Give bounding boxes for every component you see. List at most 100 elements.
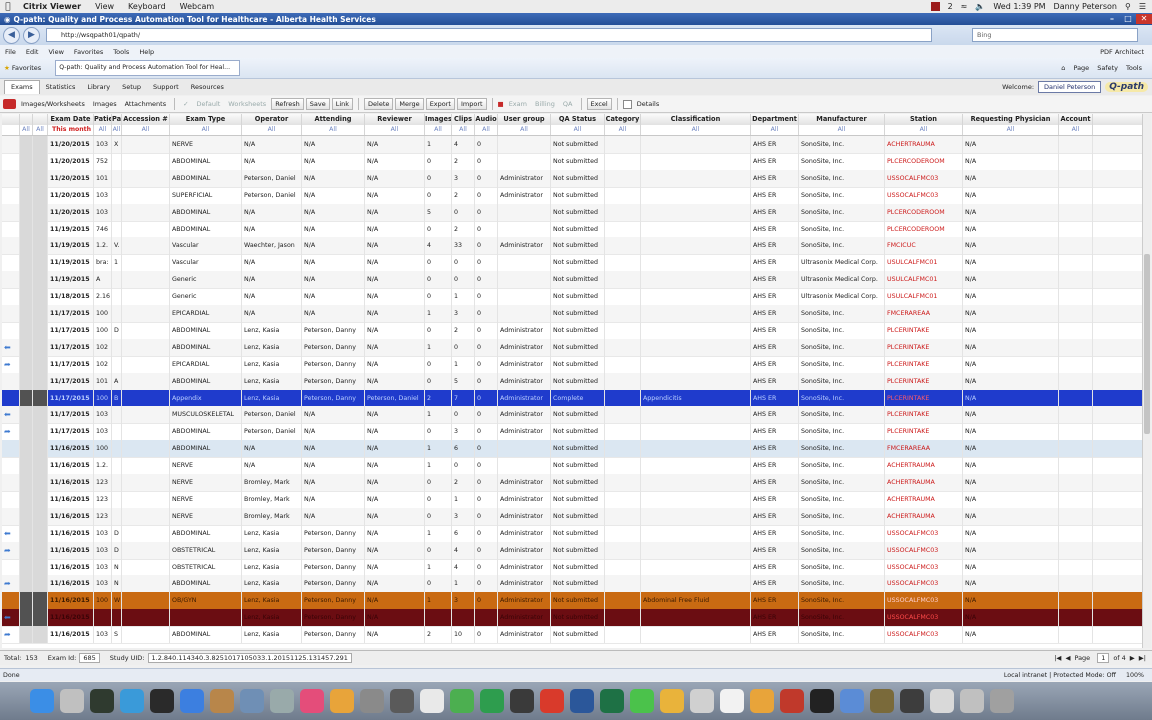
table-row[interactable]: 11/17/2015 101 A ABDOMINAL Lenz, Kasia Peters… <box>2 372 1142 391</box>
tab-exams[interactable]: Exams <box>4 80 40 94</box>
row-marker[interactable] <box>2 440 20 458</box>
wifi-icon[interactable]: ≈ <box>961 2 968 11</box>
finder-icon[interactable] <box>30 689 54 713</box>
save-button[interactable]: Save <box>305 98 330 110</box>
row-marker[interactable] <box>2 507 20 525</box>
excel-button[interactable]: Excel <box>586 98 612 110</box>
filter-audio[interactable]: All <box>475 125 498 135</box>
table-row[interactable]: 11/16/2015 103 N OBSTETRICAL Lenz, Kasia Pete… <box>2 558 1142 577</box>
filter-category[interactable]: All <box>605 125 641 135</box>
filter-clips[interactable]: All <box>452 125 475 135</box>
table-row[interactable]: 11/17/2015 100 EPICARDIAL N/A N/A N/A 1 3 0 Not s… <box>2 305 1142 323</box>
word-icon[interactable] <box>570 689 594 713</box>
col-header-attending[interactable]: Attending <box>302 114 365 125</box>
col-header-flag[interactable] <box>33 114 48 125</box>
forward-button[interactable]: ▶ <box>23 26 40 44</box>
forward-icon[interactable]: ➦ <box>2 626 20 644</box>
row-marker[interactable] <box>2 321 20 339</box>
reply-icon[interactable]: ⬅ <box>2 406 20 424</box>
notification-count[interactable]: 2 <box>948 2 953 11</box>
row-marker[interactable] <box>2 136 20 153</box>
row-marker[interactable] <box>2 288 20 306</box>
reply-icon[interactable]: ⬅ <box>2 609 20 627</box>
filter-accession[interactable]: All <box>122 125 170 135</box>
table-row[interactable]: 11/19/2015 746 ABDOMINAL N/A N/A N/A 0 2 0 Not su… <box>2 220 1142 239</box>
clock-icon[interactable] <box>810 689 834 713</box>
calendar-icon[interactable] <box>720 689 744 713</box>
row-marker[interactable] <box>2 220 20 238</box>
table-row[interactable]: 11/20/2015 101 ABDOMINAL Peterson, Daniel N/… <box>2 169 1142 188</box>
billing-button[interactable]: Billing <box>532 100 558 108</box>
filter-attending[interactable]: All <box>302 125 365 135</box>
tab-library[interactable]: Library <box>81 83 116 91</box>
star-icon[interactable]: ★ <box>4 64 10 72</box>
list-icon[interactable]: ☰ <box>1139 2 1146 11</box>
close-button[interactable]: ✕ <box>1136 14 1152 24</box>
table-row[interactable]: ➦ 11/16/2015 103 D OBSTETRICAL Lenz, Kasia Pet… <box>2 541 1142 560</box>
col-header-accession[interactable]: Accession # <box>122 114 170 125</box>
table-row[interactable]: 11/16/2015 123 NERVE Bromley, Mark N/A N/A 0 1 0… <box>2 490 1142 509</box>
archive-icon[interactable] <box>870 689 894 713</box>
filter-user-group[interactable]: All <box>498 125 551 135</box>
user-button[interactable]: Daniel Peterson <box>1038 81 1102 93</box>
table-row[interactable]: ⬅ 11/16/2015 Lenz, Kasia Peterson, Danny N/A… <box>2 609 1142 628</box>
table-row[interactable]: 11/17/2015 100 D ABDOMINAL Lenz, Kasia Peters… <box>2 321 1142 340</box>
display-icon[interactable] <box>900 689 924 713</box>
table-row[interactable]: 11/19/2015 bra: 1 Vascular N/A N/A N/A 0 0 0 Not s… <box>2 254 1142 273</box>
col-header-exam-type[interactable]: Exam Type <box>170 114 242 125</box>
filter-flag[interactable]: All <box>33 125 48 135</box>
col-header-operator[interactable]: Operator <box>242 114 302 125</box>
table-row[interactable]: ⬅ 11/16/2015 103 D ABDOMINAL Lenz, Kasia Peter… <box>2 524 1142 543</box>
menu-app-name[interactable]: Citrix Viewer <box>16 2 88 11</box>
refresh-button[interactable]: Refresh <box>271 98 304 110</box>
menu-favorites[interactable]: Favorites <box>69 48 108 56</box>
url-input[interactable]: http://wsqpath01/qpath/ <box>46 28 932 42</box>
menu-help[interactable]: Help <box>134 48 159 56</box>
reply-icon[interactable]: ⬅ <box>2 338 20 356</box>
clock[interactable]: Wed 1:39 PM <box>993 2 1045 11</box>
col-header-requesting-physician[interactable]: Requesting Physician <box>963 114 1059 125</box>
link-button[interactable]: Link <box>331 98 354 110</box>
back-button[interactable]: ◀ <box>3 26 20 44</box>
col-header-clips[interactable]: Clips <box>452 114 475 125</box>
row-marker[interactable] <box>2 271 20 289</box>
table-row[interactable]: 11/20/2015 752 ABDOMINAL N/A N/A N/A 0 2 0 Not su… <box>2 152 1142 171</box>
row-marker[interactable] <box>2 186 20 204</box>
filter-classification[interactable]: All <box>641 125 751 135</box>
itunes-icon[interactable] <box>300 689 324 713</box>
reader-icon[interactable] <box>780 689 804 713</box>
attachments-button[interactable]: Attachments <box>122 100 170 108</box>
filter-operator[interactable]: All <box>242 125 302 135</box>
photos-icon[interactable] <box>270 689 294 713</box>
scroll-thumb[interactable] <box>1144 254 1150 434</box>
status-red-icon[interactable] <box>930 2 940 11</box>
filter-empty[interactable] <box>2 125 20 135</box>
col-header-audio[interactable]: Audio <box>475 114 498 125</box>
ibooks-icon[interactable] <box>330 689 354 713</box>
col-header-qa-status[interactable]: QA Status <box>551 114 605 125</box>
filter-requesting-physician[interactable]: All <box>963 125 1059 135</box>
col-header-manufacturer[interactable]: Manufacturer <box>799 114 885 125</box>
trash-icon[interactable] <box>990 689 1014 713</box>
table-row[interactable]: ➦ 11/17/2015 103 ABDOMINAL Peterson, Daniel N… <box>2 423 1142 442</box>
table-row[interactable]: ⬅ 11/17/2015 102 ABDOMINAL Lenz, Kasia Peters… <box>2 338 1142 357</box>
filter-images[interactable]: All <box>425 125 452 135</box>
next-page-icon[interactable]: ▶ <box>1130 654 1135 662</box>
first-page-icon[interactable]: |◀ <box>1054 654 1061 662</box>
table-row[interactable]: 11/19/2015 A Generic N/A N/A N/A 0 0 0 Not submit… <box>2 271 1142 290</box>
contacts-icon[interactable] <box>690 689 714 713</box>
settings-icon[interactable] <box>360 689 384 713</box>
export-button[interactable]: Export <box>425 98 455 110</box>
row-marker[interactable] <box>2 592 20 610</box>
facetime-icon[interactable] <box>480 689 504 713</box>
filter-this-month[interactable]: This month <box>48 125 94 135</box>
table-row[interactable]: ➦ 11/16/2015 103 S ABDOMINAL Lenz, Kasia Peter… <box>2 626 1142 645</box>
filter-account[interactable]: All <box>1059 125 1093 135</box>
table-row[interactable]: 11/16/2015 100 ABDOMINAL N/A N/A N/A 1 6 0 Not su… <box>2 440 1142 459</box>
browser-tab[interactable]: Q-path: Quality and Process Automation T… <box>55 60 241 76</box>
col-header-images[interactable]: Images <box>425 114 452 125</box>
pdf-architect-button[interactable]: PDF Architect <box>1095 48 1152 56</box>
filter-patient-id[interactable]: All <box>94 125 112 135</box>
forward-icon[interactable]: ➦ <box>2 355 20 373</box>
filter-reviewer[interactable]: All <box>365 125 425 135</box>
